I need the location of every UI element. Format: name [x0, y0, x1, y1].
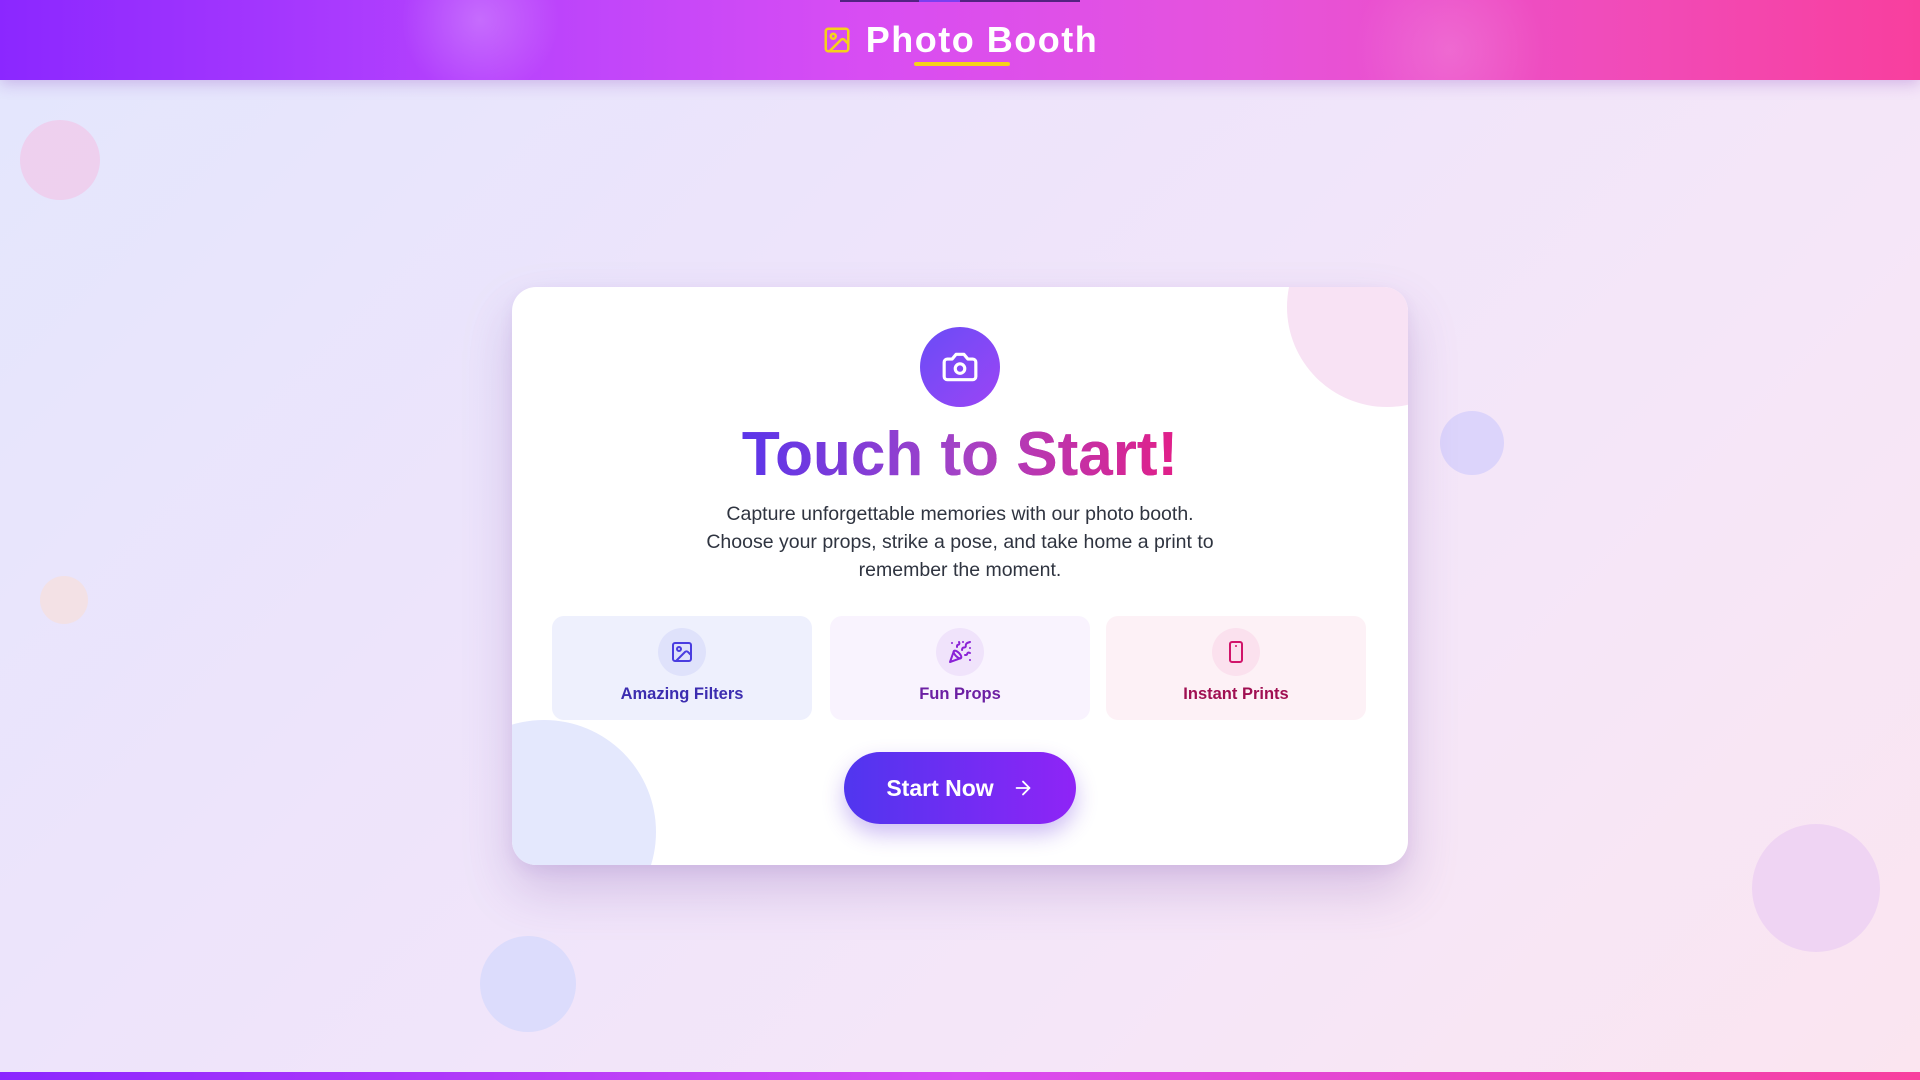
decorative-circle [1752, 824, 1880, 952]
welcome-card[interactable]: Touch to Start! Capture unforgettable me… [512, 287, 1408, 865]
feature-icon-badge [658, 628, 706, 676]
feature-icon-badge [1212, 628, 1260, 676]
image-icon [672, 642, 692, 662]
feature-label: Instant Prints [1183, 685, 1289, 703]
feature-label: Fun Props [919, 685, 1001, 703]
feature-card-prints: Instant Prints [1106, 616, 1366, 720]
decorative-circle [480, 936, 576, 1032]
start-now-button[interactable]: Start Now [844, 752, 1076, 824]
feature-icon-badge [936, 628, 984, 676]
card-decoration-top-right [1287, 287, 1408, 407]
page-title: Touch to Start! [512, 417, 1408, 493]
card-description: Capture unforgettable memories with our … [706, 503, 1214, 581]
header-top-accent-line [840, 0, 1080, 2]
decorative-circle [40, 576, 88, 624]
app-title-text: Photo Booth [865, 19, 1099, 60]
page-title-text: Touch to Start! [742, 417, 1178, 493]
decorative-circle [1440, 411, 1504, 475]
camera-badge [920, 327, 1000, 407]
app-header: Photo Booth [0, 0, 1920, 80]
camera-icon [942, 352, 978, 382]
brand: Photo Booth [820, 15, 1100, 66]
feature-card-props: Fun Props [830, 616, 1090, 720]
smartphone-icon [1229, 641, 1243, 663]
header-glow-decoration [1340, 0, 1560, 80]
title-underline [913, 62, 1010, 66]
start-now-label: Start Now [886, 774, 994, 801]
bottom-accent-bar [0, 1072, 1920, 1080]
header-glow-decoration [400, 0, 560, 80]
decorative-circle [20, 120, 100, 200]
image-icon [824, 27, 850, 53]
feature-card-filters: Amazing Filters [552, 616, 812, 720]
card-decoration-bottom-left [512, 720, 656, 865]
feature-label: Amazing Filters [620, 685, 744, 703]
arrow-right-icon [1015, 780, 1031, 796]
app-title: Photo Booth [865, 19, 1099, 66]
party-popper-icon [949, 641, 972, 663]
